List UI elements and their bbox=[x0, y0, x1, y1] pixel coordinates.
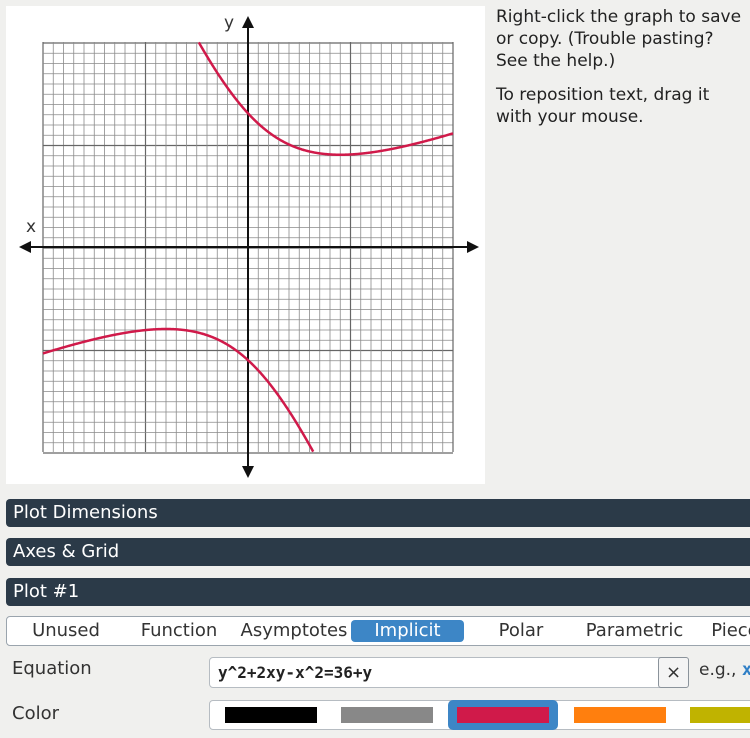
tab-implicit[interactable]: Implicit bbox=[351, 620, 464, 642]
equation-input[interactable] bbox=[209, 657, 689, 688]
x-axis-label[interactable]: x bbox=[26, 217, 36, 237]
color-swatch-red[interactable] bbox=[457, 707, 549, 723]
curve-branch-lower bbox=[42, 327, 315, 453]
equation-label: Equation bbox=[12, 658, 92, 679]
help-text-save: Right-click the graph to save or copy. (… bbox=[496, 7, 742, 71]
y-axis-arrow-up bbox=[242, 16, 254, 28]
tab-unused[interactable]: Unused bbox=[21, 620, 111, 642]
graph-panel[interactable]: x y bbox=[6, 6, 485, 484]
tab-asymptotes[interactable]: Asymptotes bbox=[239, 620, 349, 642]
example-code: x bbox=[741, 660, 750, 680]
tab-piecewise[interactable]: Piece bbox=[705, 620, 750, 642]
graph-canvas[interactable]: x y bbox=[6, 6, 485, 484]
color-swatch-olive[interactable] bbox=[690, 707, 750, 723]
example-hint: e.g., x bbox=[699, 660, 750, 680]
color-label: Color bbox=[12, 703, 59, 724]
plot-type-tabs: Unused Function Asymptotes Implicit Pola… bbox=[6, 616, 750, 646]
section-axes-grid[interactable]: Axes & Grid bbox=[6, 538, 750, 566]
section-plot-1[interactable]: Plot #1 bbox=[6, 578, 750, 606]
y-axis-label[interactable]: y bbox=[224, 13, 234, 33]
color-picker bbox=[209, 700, 750, 730]
y-axis-arrow-down bbox=[242, 466, 254, 478]
x-axis-arrow-right bbox=[467, 241, 479, 253]
section-plot-dimensions[interactable]: Plot Dimensions bbox=[6, 499, 750, 527]
color-swatch-black[interactable] bbox=[225, 707, 317, 723]
x-axis-arrow-left bbox=[19, 241, 31, 253]
clear-equation-button[interactable]: × bbox=[658, 657, 689, 688]
help-text-reposition: To reposition text, drag it with your mo… bbox=[496, 85, 710, 127]
tab-parametric[interactable]: Parametric bbox=[577, 620, 692, 642]
color-swatch-orange[interactable] bbox=[574, 707, 666, 723]
curve-branch-upper bbox=[197, 41, 454, 156]
color-swatch-gray[interactable] bbox=[341, 707, 433, 723]
tab-polar[interactable]: Polar bbox=[485, 620, 557, 642]
example-prefix: e.g., bbox=[699, 660, 742, 680]
tab-function[interactable]: Function bbox=[131, 620, 227, 642]
axes bbox=[19, 16, 479, 478]
